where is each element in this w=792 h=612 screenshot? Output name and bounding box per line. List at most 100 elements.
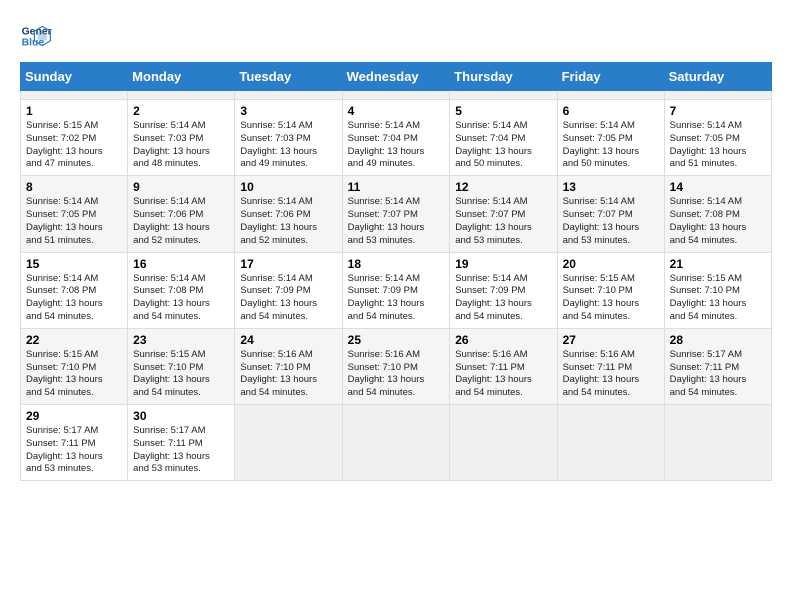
header-sunday: Sunday [21, 63, 128, 91]
day-info: Sunrise: 5:15 AM Sunset: 7:10 PM Dayligh… [670, 273, 766, 324]
day-info: Sunrise: 5:14 AM Sunset: 7:09 PM Dayligh… [240, 273, 336, 324]
day-number: 17 [240, 257, 336, 271]
day-number: 27 [563, 333, 659, 347]
calendar-cell: 29 Sunrise: 5:17 AM Sunset: 7:11 PM Dayli… [21, 405, 128, 481]
calendar-cell [342, 91, 450, 100]
calendar-cell: 14 Sunrise: 5:14 AM Sunset: 7:08 PM Dayli… [664, 176, 771, 252]
calendar-cell [450, 405, 557, 481]
day-info: Sunrise: 5:16 AM Sunset: 7:10 PM Dayligh… [348, 349, 445, 400]
calendar-cell: 18 Sunrise: 5:14 AM Sunset: 7:09 PM Dayli… [342, 252, 450, 328]
day-number: 4 [348, 104, 445, 118]
calendar-cell: 7 Sunrise: 5:14 AM Sunset: 7:05 PM Daylig… [664, 100, 771, 176]
day-number: 25 [348, 333, 445, 347]
day-info: Sunrise: 5:14 AM Sunset: 7:08 PM Dayligh… [133, 273, 229, 324]
svg-text:General: General [22, 26, 52, 37]
calendar-cell [342, 405, 450, 481]
page-header: General Blue [20, 20, 772, 52]
day-number: 20 [563, 257, 659, 271]
day-number: 2 [133, 104, 229, 118]
day-info: Sunrise: 5:15 AM Sunset: 7:02 PM Dayligh… [26, 120, 122, 171]
calendar-cell: 15Sunrise: 5:14 AM Sunset: 7:08 PM Dayli… [21, 252, 128, 328]
day-info: Sunrise: 5:17 AM Sunset: 7:11 PM Dayligh… [26, 425, 122, 476]
day-info: Sunrise: 5:14 AM Sunset: 7:09 PM Dayligh… [348, 273, 445, 324]
calendar-cell [664, 405, 771, 481]
day-info: Sunrise: 5:15 AM Sunset: 7:10 PM Dayligh… [563, 273, 659, 324]
header-saturday: Saturday [664, 63, 771, 91]
calendar-cell: 5Sunrise: 5:14 AM Sunset: 7:04 PM Daylig… [450, 100, 557, 176]
day-info: Sunrise: 5:16 AM Sunset: 7:10 PM Dayligh… [240, 349, 336, 400]
day-info: Sunrise: 5:16 AM Sunset: 7:11 PM Dayligh… [455, 349, 551, 400]
calendar-cell: 23 Sunrise: 5:15 AM Sunset: 7:10 PM Dayli… [128, 328, 235, 404]
calendar-cell: 22Sunrise: 5:15 AM Sunset: 7:10 PM Dayli… [21, 328, 128, 404]
calendar-header-row: SundayMondayTuesdayWednesdayThursdayFrid… [21, 63, 772, 91]
calendar-table: SundayMondayTuesdayWednesdayThursdayFrid… [20, 62, 772, 481]
calendar-cell [128, 91, 235, 100]
calendar-cell: 28Sunrise: 5:17 AM Sunset: 7:11 PM Dayli… [664, 328, 771, 404]
day-number: 23 [133, 333, 229, 347]
day-info: Sunrise: 5:14 AM Sunset: 7:05 PM Dayligh… [563, 120, 659, 171]
day-info: Sunrise: 5:14 AM Sunset: 7:06 PM Dayligh… [133, 196, 229, 247]
calendar-cell: 4 Sunrise: 5:14 AM Sunset: 7:04 PM Daylig… [342, 100, 450, 176]
day-number: 3 [240, 104, 336, 118]
calendar-cell: 9 Sunrise: 5:14 AM Sunset: 7:06 PM Daylig… [128, 176, 235, 252]
day-info: Sunrise: 5:14 AM Sunset: 7:07 PM Dayligh… [455, 196, 551, 247]
logo-icon: General Blue [20, 20, 52, 52]
day-info: Sunrise: 5:14 AM Sunset: 7:07 PM Dayligh… [348, 196, 445, 247]
day-number: 24 [240, 333, 336, 347]
day-number: 13 [563, 180, 659, 194]
day-number: 14 [670, 180, 766, 194]
day-info: Sunrise: 5:17 AM Sunset: 7:11 PM Dayligh… [670, 349, 766, 400]
day-number: 29 [26, 409, 122, 423]
calendar-cell: 6 Sunrise: 5:14 AM Sunset: 7:05 PM Daylig… [557, 100, 664, 176]
day-info: Sunrise: 5:16 AM Sunset: 7:11 PM Dayligh… [563, 349, 659, 400]
day-info: Sunrise: 5:14 AM Sunset: 7:06 PM Dayligh… [240, 196, 336, 247]
calendar-cell [235, 91, 342, 100]
calendar-week-row: 29 Sunrise: 5:17 AM Sunset: 7:11 PM Dayli… [21, 405, 772, 481]
day-info: Sunrise: 5:14 AM Sunset: 7:04 PM Dayligh… [455, 120, 551, 171]
calendar-cell [21, 91, 128, 100]
day-number: 18 [348, 257, 445, 271]
calendar-cell: 10 Sunrise: 5:14 AM Sunset: 7:06 PM Dayli… [235, 176, 342, 252]
day-info: Sunrise: 5:14 AM Sunset: 7:03 PM Dayligh… [133, 120, 229, 171]
calendar-cell: 30Sunrise: 5:17 AM Sunset: 7:11 PM Dayli… [128, 405, 235, 481]
calendar-cell: 1Sunrise: 5:15 AM Sunset: 7:02 PM Daylig… [21, 100, 128, 176]
calendar-cell: 19 Sunrise: 5:14 AM Sunset: 7:09 PM Dayli… [450, 252, 557, 328]
day-number: 16 [133, 257, 229, 271]
calendar-cell [557, 405, 664, 481]
day-info: Sunrise: 5:14 AM Sunset: 7:07 PM Dayligh… [563, 196, 659, 247]
calendar-cell [235, 405, 342, 481]
calendar-cell: 13 Sunrise: 5:14 AM Sunset: 7:07 PM Dayli… [557, 176, 664, 252]
calendar-cell: 8Sunrise: 5:14 AM Sunset: 7:05 PM Daylig… [21, 176, 128, 252]
day-number: 7 [670, 104, 766, 118]
day-number: 19 [455, 257, 551, 271]
day-info: Sunrise: 5:14 AM Sunset: 7:03 PM Dayligh… [240, 120, 336, 171]
day-info: Sunrise: 5:14 AM Sunset: 7:08 PM Dayligh… [670, 196, 766, 247]
calendar-week-row: 22Sunrise: 5:15 AM Sunset: 7:10 PM Dayli… [21, 328, 772, 404]
calendar-cell: 21 Sunrise: 5:15 AM Sunset: 7:10 PM Dayli… [664, 252, 771, 328]
header-monday: Monday [128, 63, 235, 91]
header-tuesday: Tuesday [235, 63, 342, 91]
day-info: Sunrise: 5:15 AM Sunset: 7:10 PM Dayligh… [133, 349, 229, 400]
day-info: Sunrise: 5:14 AM Sunset: 7:04 PM Dayligh… [348, 120, 445, 171]
day-info: Sunrise: 5:15 AM Sunset: 7:10 PM Dayligh… [26, 349, 122, 400]
day-info: Sunrise: 5:14 AM Sunset: 7:09 PM Dayligh… [455, 273, 551, 324]
day-info: Sunrise: 5:14 AM Sunset: 7:05 PM Dayligh… [670, 120, 766, 171]
calendar-cell: 26 Sunrise: 5:16 AM Sunset: 7:11 PM Dayli… [450, 328, 557, 404]
day-info: Sunrise: 5:17 AM Sunset: 7:11 PM Dayligh… [133, 425, 229, 476]
calendar-cell [450, 91, 557, 100]
day-number: 21 [670, 257, 766, 271]
calendar-cell: 27 Sunrise: 5:16 AM Sunset: 7:11 PM Dayli… [557, 328, 664, 404]
calendar-week-row [21, 91, 772, 100]
calendar-cell: 20 Sunrise: 5:15 AM Sunset: 7:10 PM Dayli… [557, 252, 664, 328]
day-number: 9 [133, 180, 229, 194]
calendar-week-row: 8Sunrise: 5:14 AM Sunset: 7:05 PM Daylig… [21, 176, 772, 252]
calendar-cell: 16 Sunrise: 5:14 AM Sunset: 7:08 PM Dayli… [128, 252, 235, 328]
calendar-cell [557, 91, 664, 100]
header-friday: Friday [557, 63, 664, 91]
day-number: 6 [563, 104, 659, 118]
day-number: 26 [455, 333, 551, 347]
day-info: Sunrise: 5:14 AM Sunset: 7:05 PM Dayligh… [26, 196, 122, 247]
day-number: 15 [26, 257, 122, 271]
day-number: 12 [455, 180, 551, 194]
day-number: 10 [240, 180, 336, 194]
